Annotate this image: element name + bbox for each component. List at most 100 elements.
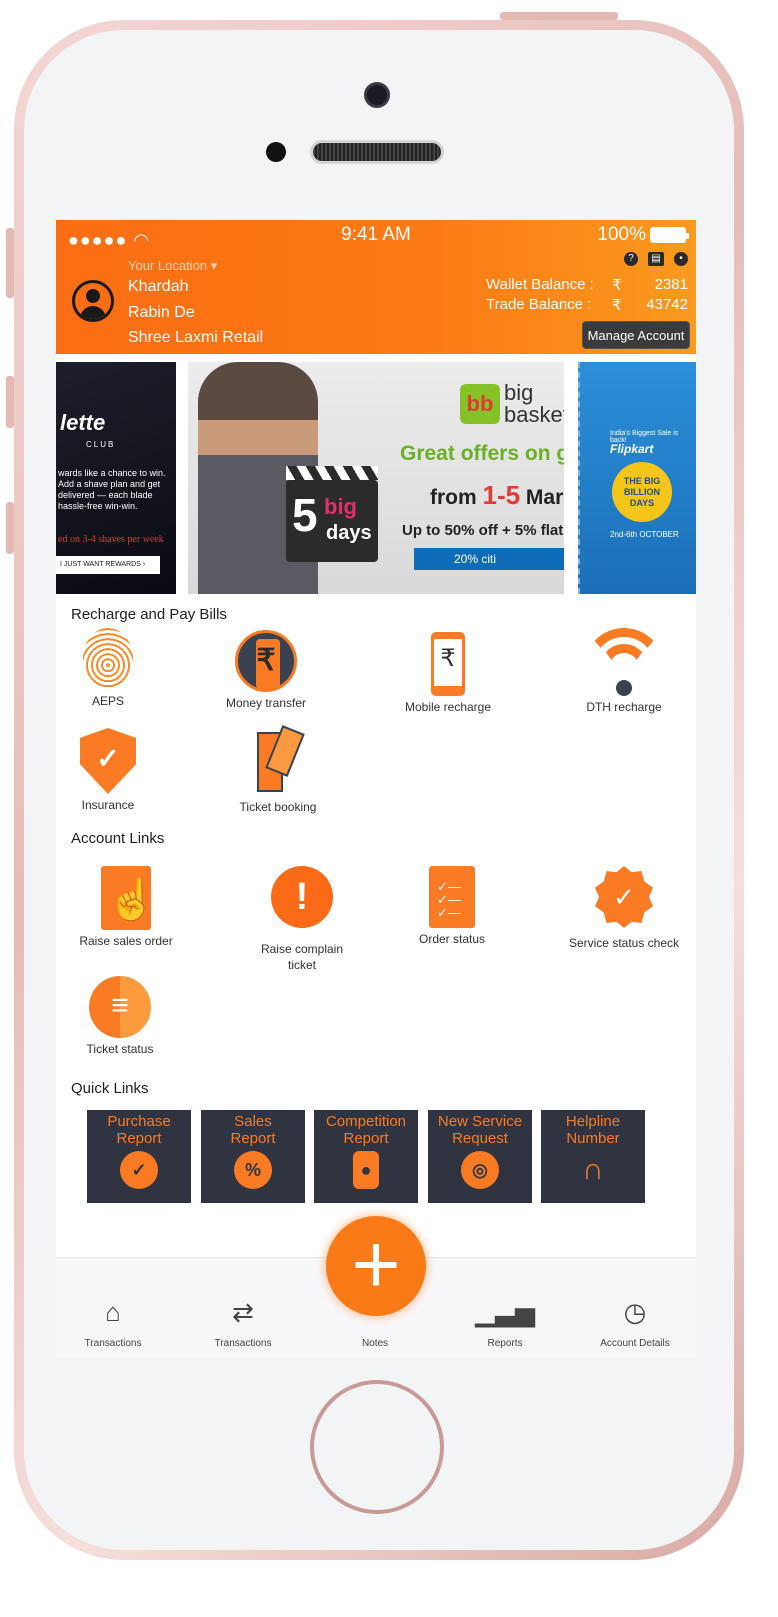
power-button: [500, 12, 618, 20]
clapper-big: big: [324, 494, 357, 519]
insurance-label: Insurance: [81, 798, 135, 812]
helpline-number-line2: Number: [566, 1130, 620, 1147]
gillette-club: CLUB: [86, 440, 116, 449]
nav-item-transactions-home[interactable]: ⌂ Transactions: [58, 1292, 168, 1349]
avatar-head: [86, 289, 100, 303]
competition-report-line2: Report: [343, 1130, 389, 1147]
location-label[interactable]: Your Location ▾: [128, 258, 217, 274]
money-transfer-icon: ₹: [235, 630, 297, 692]
front-camera: [364, 82, 390, 108]
alert-icon: !: [271, 866, 333, 928]
flipkart-dates: 2nd-6th OCTOBER: [610, 530, 679, 539]
new-service-request-tile[interactable]: New Service Request ◎: [428, 1110, 532, 1203]
money-transfer-tile[interactable]: ₹ Money transfer: [206, 630, 326, 710]
battery-status: 100%: [597, 224, 689, 246]
dth-recharge-tile[interactable]: DTH recharge: [574, 628, 674, 714]
battery-icon: [650, 227, 689, 243]
percent-badge-icon: %: [234, 1151, 272, 1189]
proximity-sensor: [266, 142, 286, 162]
citi-strip: 20% citi: [414, 548, 564, 570]
wallet-balance: Wallet Balance : ₹ 2381: [486, 276, 688, 294]
wallet-currency: ₹: [612, 277, 622, 294]
helpline-number-tile[interactable]: Helpline Number ∩: [541, 1110, 645, 1203]
money-transfer-label: Money transfer: [225, 696, 307, 710]
volume-up-button: [6, 376, 14, 428]
order-status-tile[interactable]: ✓— ✓— ✓— Order status: [392, 866, 512, 946]
promo-carousel[interactable]: lette CLUB wards like a chance to win. A…: [56, 362, 696, 594]
ticket-status-tile[interactable]: ≡ Ticket status: [60, 976, 180, 1056]
insurance-tile[interactable]: ✓ Insurance: [68, 728, 148, 812]
mobile-phone-icon: ₹: [431, 632, 465, 696]
wallet-balance-value: 2381: [654, 276, 688, 293]
fingerprint-icon: [83, 628, 133, 690]
nav-label: Account Details: [600, 1338, 670, 1349]
dth-recharge-label: DTH recharge: [586, 700, 662, 714]
banner-gillette[interactable]: lette CLUB wards like a chance to win. A…: [56, 362, 176, 594]
dates-prefix: from: [430, 486, 483, 509]
bigbasket-discount: Up to 50% off + 5% flat ca: [402, 522, 564, 539]
raise-complain-label-line2: ticket: [287, 958, 316, 972]
clapperboard-icon: 5 big days: [286, 466, 378, 562]
nav-item-account-details[interactable]: ◷ Account Details: [580, 1292, 690, 1349]
aeps-tile[interactable]: AEPS: [68, 628, 148, 708]
signal-dot: [616, 680, 632, 696]
sales-report-line1: Sales: [234, 1113, 272, 1130]
dth-signal-icon: [584, 628, 664, 696]
banner-flipkart[interactable]: India's Biggest Sale is back! Flipkart T…: [578, 362, 696, 594]
raise-complain-label: Raise complain: [260, 942, 344, 956]
dates-suffix: Marc: [525, 486, 564, 509]
nav-label: Transactions: [84, 1338, 142, 1349]
shop-name: Shree Laxmi Retail: [128, 329, 264, 346]
flipkart-brand: Flipkart: [610, 442, 654, 456]
help-icon[interactable]: ?: [624, 252, 638, 266]
avatar[interactable]: [72, 280, 114, 322]
purchase-report-line2: Report: [116, 1130, 162, 1147]
avatar-body: [80, 306, 106, 319]
nav-item-notes[interactable]: Notes: [320, 1292, 430, 1349]
app-header: ●●●●● ◠ 9:41 AM 100% ? ▤ • Your Location…: [56, 220, 696, 354]
sales-report-tile[interactable]: Sales Report %: [201, 1110, 305, 1203]
award-ribbon-icon: ●: [353, 1151, 379, 1189]
service-status-check-tile[interactable]: ✓ Service status check: [556, 866, 692, 950]
bar-chart-icon: ▁▃▅: [475, 1297, 535, 1327]
touch-order-icon: [101, 866, 157, 930]
volume-down-button: [6, 502, 14, 554]
bottom-navigation: + ⌂ Transactions ⇄ Transactions Notes ▁▃…: [56, 1216, 696, 1357]
plus-icon: [320, 1292, 430, 1332]
account-links-title: Account Links: [71, 830, 165, 847]
mobile-recharge-tile[interactable]: ₹ Mobile recharge: [388, 632, 508, 714]
competition-report-tile[interactable]: Competition Report ●: [314, 1110, 418, 1203]
clapper-number: 5: [292, 489, 318, 541]
ticket-booking-tile[interactable]: Ticket booking: [226, 725, 330, 814]
bigbasket-brand: big basket: [504, 380, 564, 427]
nav-item-reports[interactable]: ▁▃▅ Reports: [450, 1292, 560, 1349]
gillette-cta[interactable]: I JUST WANT REWARDS ›: [56, 556, 160, 574]
manage-account-button[interactable]: Manage Account: [582, 321, 690, 349]
notification-bell-icon[interactable]: •: [674, 252, 688, 266]
headset-icon: ∩: [582, 1153, 604, 1186]
raise-sales-order-label: Raise sales order: [79, 934, 173, 948]
clock-icon: ◷: [623, 1297, 647, 1327]
home-button[interactable]: [310, 1380, 444, 1514]
app-screen: ●●●●● ◠ 9:41 AM 100% ? ▤ • Your Location…: [56, 220, 696, 1357]
mute-switch: [6, 228, 14, 298]
checklist-icon: ✓— ✓— ✓—: [429, 866, 475, 928]
trade-balance-value: 43742: [646, 296, 688, 313]
quick-links-title: Quick Links: [71, 1080, 149, 1097]
raise-complain-ticket-tile[interactable]: ! Raise complain ticket: [242, 866, 362, 972]
cart-icon[interactable]: ▤: [648, 252, 664, 266]
gillette-copy: wards like a chance to win. Add a shave …: [58, 468, 166, 511]
nav-item-transactions[interactable]: ⇄ Transactions: [188, 1292, 298, 1349]
trade-currency: ₹: [612, 297, 622, 314]
raise-sales-order-tile[interactable]: Raise sales order: [66, 866, 186, 948]
wallet-balance-label: Wallet Balance :: [486, 276, 594, 293]
recharge-section-title: Recharge and Pay Bills: [71, 606, 227, 623]
mobile-screen: ₹: [434, 639, 462, 686]
ticket-booking-label: Ticket booking: [239, 800, 317, 814]
purchase-report-tile[interactable]: Purchase Report ✓: [87, 1110, 191, 1203]
helpline-number-line1: Helpline: [565, 1113, 621, 1130]
bigbasket-headline: Great offers on gro: [400, 442, 564, 465]
banner-bigbasket[interactable]: 5 big days bb big basket Great offers on…: [188, 362, 564, 594]
dates-highlight: 1-5: [482, 480, 521, 510]
purchase-report-line1: Purchase: [107, 1113, 171, 1130]
